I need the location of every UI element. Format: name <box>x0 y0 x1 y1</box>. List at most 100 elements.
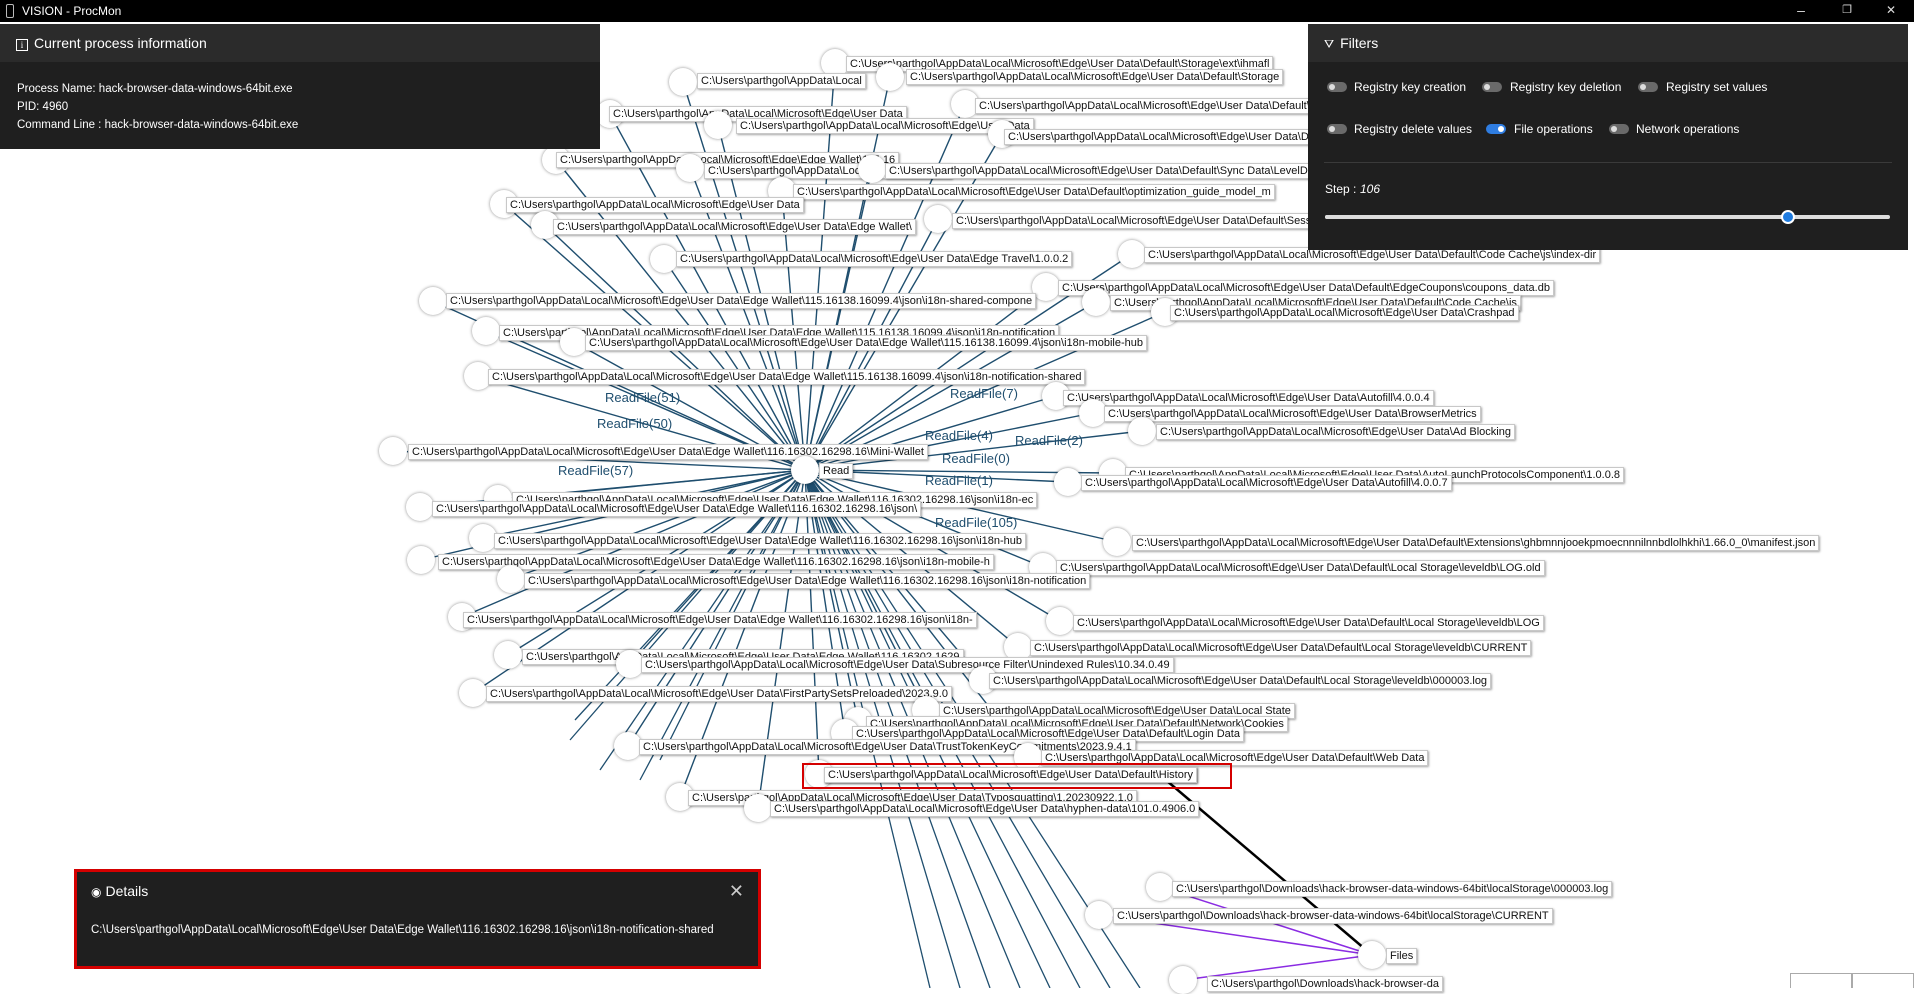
graph-node-label[interactable]: C:\Users\parthgol\AppData\Local\Microsof… <box>1030 640 1532 656</box>
graph-node[interactable] <box>616 650 644 678</box>
graph-node-label[interactable]: C:\Users\parthgol\AppData\Local\Microsof… <box>1104 406 1481 422</box>
graph-node[interactable] <box>406 493 434 521</box>
toggle-registry-delete-values[interactable] <box>1327 124 1347 134</box>
graph-node-label[interactable]: C:\Users\parthgol\AppData\Local\Microsof… <box>770 801 1200 817</box>
toggle-registry-set-values[interactable] <box>1638 82 1658 92</box>
graph-node-label[interactable]: C:\Users\parthgol\AppData\Local\Microsof… <box>906 69 1284 85</box>
graph-node[interactable] <box>1128 417 1156 445</box>
graph-node-label[interactable]: C:\Users\parthgol\AppData\Local\Microsof… <box>885 163 1312 179</box>
toggle-network-operations[interactable] <box>1609 124 1629 134</box>
corner-button-right[interactable] <box>1852 973 1914 988</box>
label-network-operations: Network operations <box>1636 122 1740 136</box>
graph-node[interactable] <box>876 63 904 91</box>
graph-node-label[interactable]: C:\Users\parthgol\AppData\Local\Microsof… <box>793 184 1275 200</box>
graph-node[interactable] <box>704 111 732 139</box>
graph-node-label[interactable]: C:\Users\parthgol\AppData\Local\Microsof… <box>585 335 1147 351</box>
read-hub-label: Read <box>819 463 854 479</box>
step-slider-fill <box>1325 215 1789 219</box>
filters-title: Filters <box>1340 35 1379 51</box>
label-registry-delete-values: Registry delete values <box>1354 122 1473 136</box>
graph-node-label[interactable]: C:\Users\parthgol\AppData\Local\Microsof… <box>1081 475 1452 491</box>
toggle-registry-key-deletion[interactable] <box>1482 82 1502 92</box>
details-title: Details <box>105 883 149 899</box>
graph-node-label[interactable]: C:\Users\parthgol\AppData\Local\Microsof… <box>975 98 1331 114</box>
graph-node-label[interactable]: C:\Users\parthgol\Downloads\hack-browser… <box>1172 881 1613 897</box>
graph-node[interactable] <box>379 437 407 465</box>
read-hub-node[interactable] <box>791 456 819 484</box>
maximize-button[interactable]: ❐ <box>1824 0 1870 22</box>
graph-node-label[interactable]: C:\Users\parthgol\AppData\Local\Microsof… <box>1170 305 1519 321</box>
graph-node[interactable] <box>1079 399 1107 427</box>
graph-node[interactable] <box>1046 607 1074 635</box>
graph-node[interactable] <box>1103 528 1131 556</box>
graph-node-label[interactable]: C:\Users\parthgol\AppData\Local\Microsof… <box>408 444 928 460</box>
toggle-file-operations[interactable] <box>1486 124 1506 134</box>
graph-node[interactable] <box>1082 288 1110 316</box>
graph-node[interactable] <box>669 68 697 96</box>
step-value: 106 <box>1360 182 1381 196</box>
graph-node-label[interactable]: C:\Users\parthgol\AppData\Local\Microsof… <box>524 573 1091 589</box>
edge-label: ReadFile(7) <box>950 386 1018 401</box>
graph-edge <box>804 168 873 471</box>
graph-node-label[interactable]: C:\Users\parthgol\AppData\Local\Microsof… <box>1073 615 1544 631</box>
graph-node[interactable] <box>560 328 588 356</box>
graph-node-label[interactable]: C:\Users\parthgol\Downloads\hack-browser… <box>1113 908 1553 924</box>
graph-node-label[interactable]: C:\Users\parthgol\AppData\Local\Microsof… <box>446 293 1037 309</box>
edge-label: ReadFile(2) <box>1015 433 1083 448</box>
graph-node-label[interactable]: C:\Users\parthgol\AppData\Local\Microsof… <box>641 657 1174 673</box>
edge-label: ReadFile(4) <box>925 428 993 443</box>
graph-node-label[interactable]: C:\Users\parthgol\Downloads\hack-browser… <box>1207 976 1444 992</box>
graph-edge <box>689 167 806 471</box>
minimize-button[interactable]: – <box>1778 0 1824 22</box>
graph-node[interactable] <box>650 245 678 273</box>
edge-label: ReadFile(105) <box>935 515 1017 530</box>
graph-node-label[interactable]: C:\Users\parthgol\AppData\Local\Microsof… <box>494 533 1027 549</box>
step-label: Step : <box>1325 182 1357 196</box>
close-button[interactable]: ✕ <box>1868 0 1914 22</box>
graph-node[interactable] <box>497 565 525 593</box>
corner-button-left[interactable] <box>1790 973 1852 988</box>
graph-node[interactable] <box>744 794 772 822</box>
graph-node[interactable] <box>1169 966 1197 994</box>
graph-node[interactable] <box>1032 273 1060 301</box>
edge-label: ReadFile(0) <box>942 451 1010 466</box>
toggle-registry-key-creation[interactable] <box>1327 82 1347 92</box>
info-icon: i <box>16 39 28 51</box>
graph-node-label[interactable]: C:\Users\parthgol\AppData\Local\Microsof… <box>1056 560 1545 576</box>
graph-node[interactable] <box>676 154 704 182</box>
graph-node[interactable] <box>1054 468 1082 496</box>
graph-node-label[interactable]: C:\Users\parthgol\AppData\Local\Microsof… <box>486 686 952 702</box>
files-hub-node[interactable] <box>1358 941 1386 969</box>
process-info-panel: i Current process information Process Nam… <box>0 24 600 149</box>
graph-node-label[interactable]: C:\Users\parthgol\AppData\Local\Microsof… <box>432 501 922 517</box>
graph-node[interactable] <box>858 155 886 183</box>
graph-node[interactable] <box>494 641 522 669</box>
graph-node[interactable] <box>459 679 487 707</box>
graph-node-label[interactable]: C:\Users\parthgol\AppData\Local\Microsof… <box>1132 535 1820 551</box>
graph-node[interactable] <box>407 546 435 574</box>
graph-node-label[interactable]: C:\Users\parthgol\AppData\Local\Microsof… <box>488 369 1086 385</box>
graph-node[interactable] <box>469 524 497 552</box>
filters-header: ⛛ Filters <box>1308 24 1908 62</box>
edge-label: ReadFile(57) <box>558 463 633 478</box>
graph-node-label[interactable]: C:\Users\parthgol\AppData\Local\Microsof… <box>989 673 1492 689</box>
graph-node-label[interactable]: C:\Users\parthgol\AppData\Local\Microsof… <box>506 197 804 213</box>
graph-node[interactable] <box>1118 240 1146 268</box>
graph-node-label[interactable]: C:\Users\parthgol\AppData\Local\Microsof… <box>438 554 994 570</box>
details-header: ◉ Details <box>77 872 758 910</box>
graph-node[interactable] <box>419 287 447 315</box>
graph-node[interactable] <box>1146 873 1174 901</box>
graph-node-label[interactable]: C:\Users\parthgol\AppData\Local\Microsof… <box>553 219 916 235</box>
graph-node[interactable] <box>924 205 952 233</box>
graph-node-label[interactable]: C:\Users\parthgol\AppData\Local\Microsof… <box>463 612 977 628</box>
graph-node-label[interactable]: C:\Users\parthgol\AppData\Local\Microsof… <box>1156 424 1515 440</box>
graph-node-label[interactable]: C:\Users\parthgol\AppData\Local\Microsof… <box>1058 280 1554 296</box>
graph-node-label[interactable]: C:\Users\parthgol\AppData\Local <box>697 73 866 89</box>
details-close-icon[interactable]: ✕ <box>729 881 744 902</box>
graph-node[interactable] <box>614 732 642 760</box>
graph-node[interactable] <box>472 317 500 345</box>
filter-icon: ⛛ <box>1324 37 1335 51</box>
graph-node-label[interactable]: C:\Users\parthgol\AppData\Local\Microsof… <box>1063 390 1434 406</box>
graph-node-label[interactable]: C:\Users\parthgol\AppData\Local\Microsof… <box>676 251 1073 267</box>
graph-node[interactable] <box>1085 901 1113 929</box>
